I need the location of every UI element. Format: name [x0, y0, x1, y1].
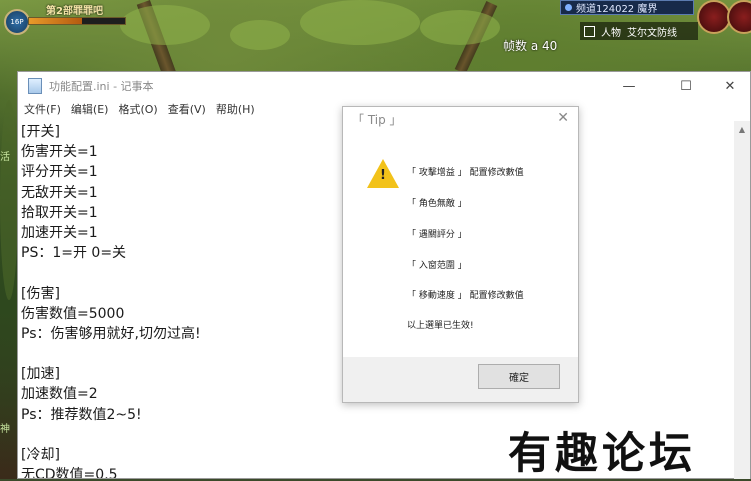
tip-message-line: 「 移動速度 」 配置修改數值	[407, 291, 524, 301]
channel-indicator[interactable]: 频道124022 魔界	[560, 0, 694, 15]
side-text-1: 活	[0, 152, 10, 163]
map-panel[interactable]: 人物 艾尔文防线	[580, 22, 698, 40]
menu-format[interactable]: 格式(O)	[118, 101, 157, 117]
maximize-button[interactable]: ☐	[664, 72, 708, 100]
forum-watermark: 有趣论坛	[508, 429, 696, 479]
notepad-titlebar[interactable]: 功能配置.ini - 记事本 — ☐ ✕	[18, 72, 750, 100]
close-button[interactable]: ✕	[708, 72, 751, 100]
menu-edit[interactable]: 编辑(E)	[71, 101, 109, 117]
tip-title: 「 Tip 」	[352, 113, 402, 127]
ok-button[interactable]: 確定	[478, 364, 560, 389]
channel-label: 频道124022 魔界	[576, 4, 658, 15]
vertical-scrollbar[interactable]	[734, 121, 750, 479]
notepad-title: 功能配置.ini - 记事本	[49, 80, 154, 93]
tip-titlebar[interactable]: 「 Tip 」 ✕	[343, 107, 578, 131]
notepad-app-icon	[28, 78, 42, 94]
level-badge: 16P	[4, 9, 30, 35]
menu-file[interactable]: 文件(F)	[24, 101, 61, 117]
menu-view[interactable]: 查看(V)	[168, 101, 206, 117]
menu-icon	[584, 25, 595, 37]
hp-bar	[28, 17, 126, 25]
warning-icon-mark: !	[380, 168, 386, 183]
character-menu-label: 人物	[601, 27, 621, 39]
tip-dialog: 「 Tip 」 ✕ ! 「 攻擊增益 」 配置修改數值 「 角色無敵 」 「 遇…	[342, 106, 579, 403]
tip-message-line: 「 角色無敵 」	[407, 199, 467, 209]
menu-help[interactable]: 帮助(H)	[216, 101, 255, 117]
tip-message-line: 「 攻擊增益 」 配置修改數值	[407, 168, 524, 178]
scroll-up-icon[interactable]: ▲	[734, 121, 750, 137]
tip-message-line: 「 遇關評分 」	[407, 230, 467, 240]
side-text-2: 神	[0, 424, 10, 435]
tip-body: ! 「 攻擊增益 」 配置修改數值 「 角色無敵 」 「 遇關評分 」 「 入窗…	[343, 131, 578, 357]
tip-message-line: 「 入窗范圍 」	[407, 261, 467, 271]
player-name: 第2部罪罪吧	[46, 6, 103, 17]
floating-game-text: 帧数 a 40	[503, 39, 558, 53]
menu-orb-button[interactable]	[697, 0, 731, 34]
tip-close-button[interactable]: ✕	[557, 110, 569, 126]
map-location: 艾尔文防线	[627, 27, 677, 39]
tip-message-line: 以上選單已生效!	[407, 321, 474, 331]
globe-icon	[565, 4, 572, 11]
minimize-button[interactable]: —	[607, 72, 651, 100]
hp-bar-fill	[29, 18, 82, 24]
